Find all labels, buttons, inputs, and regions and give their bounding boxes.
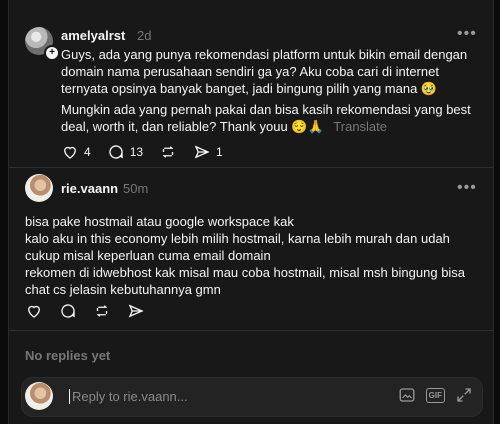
repost-button[interactable] — [159, 143, 177, 161]
translate-link[interactable]: Translate — [333, 119, 387, 134]
more-icon[interactable]: ••• — [457, 179, 477, 197]
share-button[interactable] — [127, 302, 145, 320]
comment-button[interactable] — [59, 302, 77, 320]
heart-icon — [64, 146, 76, 159]
timestamp: 50m — [123, 181, 149, 196]
divider — [9, 167, 493, 168]
username[interactable]: amelyalrst — [61, 28, 125, 43]
like-button[interactable] — [25, 302, 43, 320]
avatar — [25, 382, 53, 410]
expand-icon[interactable] — [455, 386, 473, 404]
no-replies-label: No replies yet — [25, 348, 111, 363]
follow-plus-icon[interactable]: + — [44, 45, 60, 61]
repost-icon — [162, 146, 174, 158]
share-button[interactable]: 1 — [193, 143, 223, 161]
reply-text: bisa pake hostmail atau google workspace… — [25, 213, 480, 298]
post-text: Guys, ada yang punya rekomendasi platfor… — [61, 47, 468, 96]
reply-line: rekomen di idwebhost kak misal mau coba … — [25, 265, 466, 297]
divider — [9, 330, 493, 331]
gif-icon[interactable]: GIF — [425, 387, 445, 403]
post-text-2-body: Mungkin ada yang pernah pakai dan bisa k… — [61, 102, 471, 134]
reply-actions — [25, 302, 145, 320]
comment-icon — [109, 145, 123, 159]
repost-button[interactable] — [93, 302, 111, 320]
like-count: 4 — [84, 145, 91, 159]
post-text-2: Mungkin ada yang pernah pakai dan bisa k… — [61, 101, 481, 135]
comment-button[interactable]: 13 — [107, 143, 143, 161]
comment-count: 13 — [129, 145, 144, 159]
like-button[interactable]: 4 — [61, 143, 91, 161]
timestamp: 2d — [137, 28, 152, 43]
username[interactable]: rie.vaann — [61, 181, 118, 196]
share-icon — [194, 145, 210, 159]
reply-line: bisa pake hostmail atau google workspace… — [25, 214, 294, 229]
avatar[interactable] — [25, 174, 53, 202]
comment-icon — [61, 304, 75, 318]
more-icon[interactable]: ••• — [457, 25, 477, 43]
reply-tools: GIF — [398, 386, 473, 404]
reply-input[interactable]: Reply to rie.vaann... — [69, 389, 332, 404]
heart-icon — [28, 305, 40, 318]
thread-panel: + amelyalrst 2d ••• Guys, ada yang punya… — [8, 0, 494, 424]
share-count: 1 — [216, 145, 223, 159]
share-icon — [128, 304, 144, 318]
post-actions: 4 13 1 — [61, 143, 223, 161]
gallery-icon[interactable] — [398, 386, 416, 404]
reply-line: kalo aku in this economy lebih milih hos… — [25, 231, 450, 263]
repost-icon — [96, 305, 108, 317]
